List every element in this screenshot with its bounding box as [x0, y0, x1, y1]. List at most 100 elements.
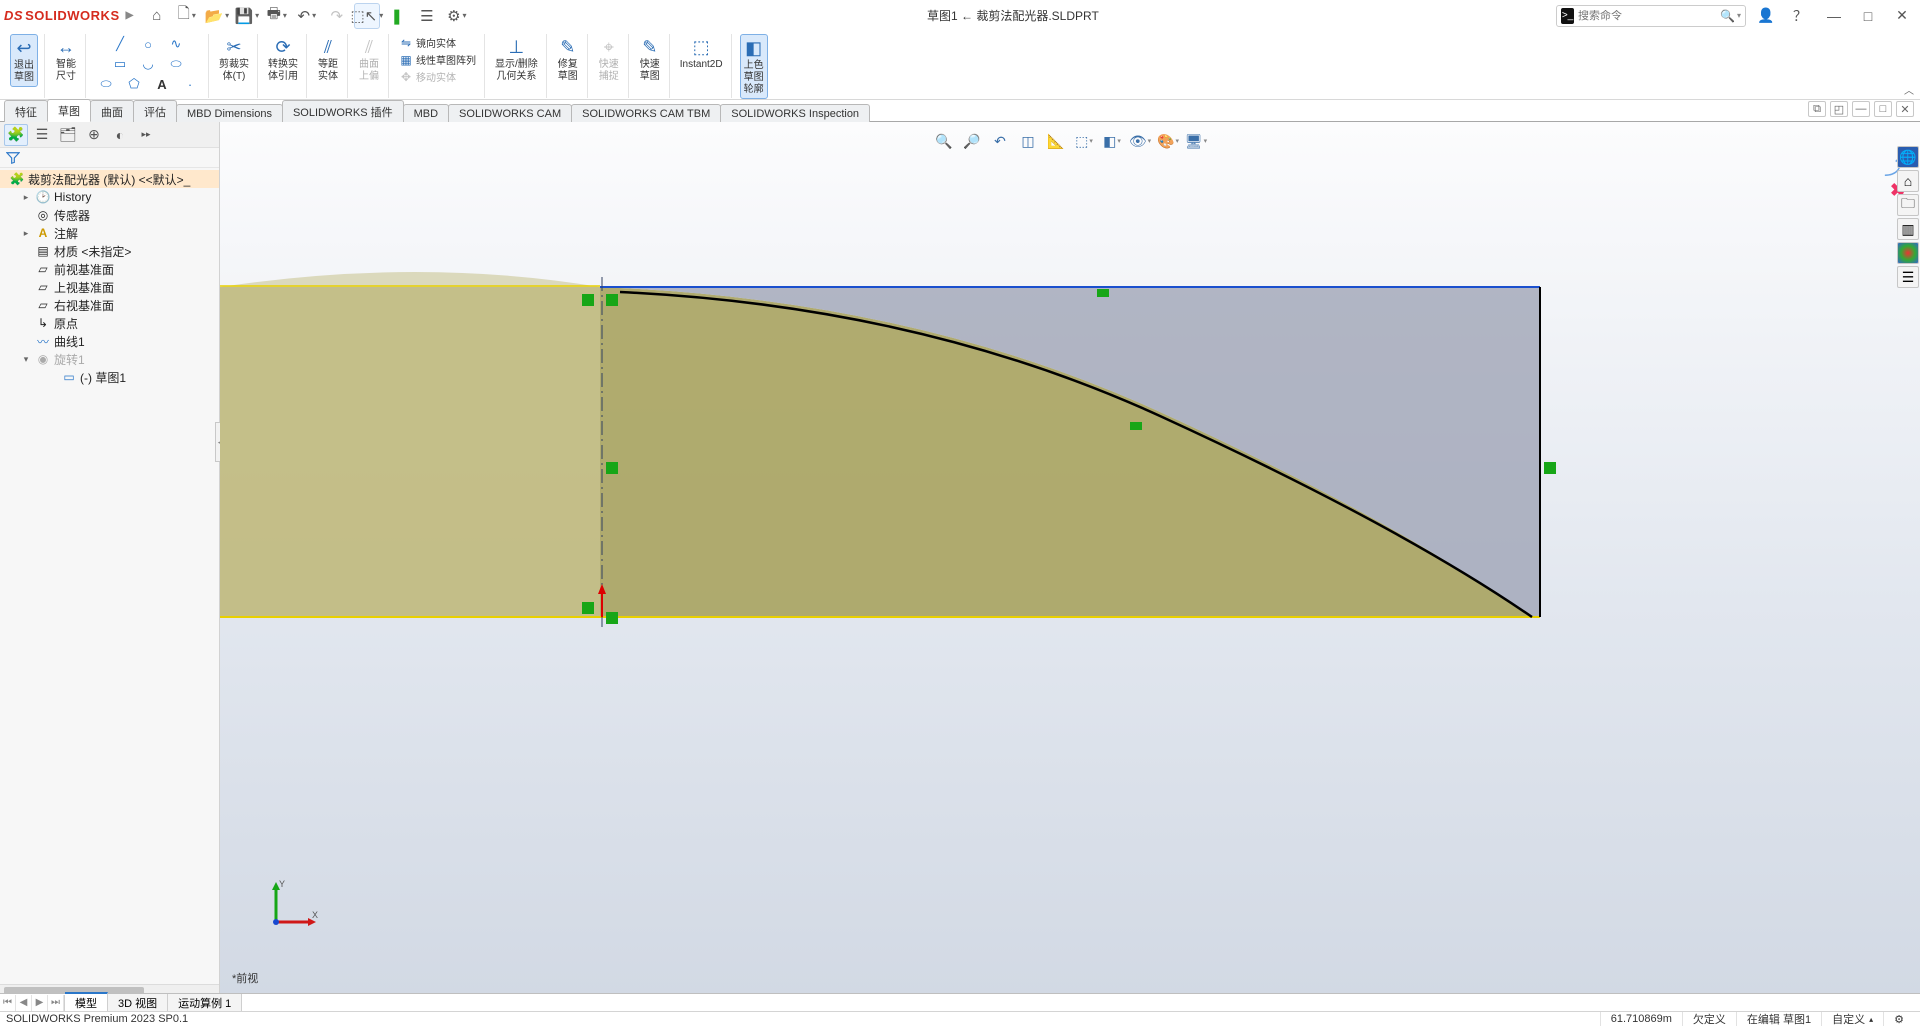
- tab-nav-prev-icon[interactable]: ◀: [16, 995, 32, 1011]
- text-icon[interactable]: A: [150, 74, 174, 94]
- doc-dock-icon[interactable]: ⧉: [1808, 101, 1826, 117]
- rapid-sketch-button[interactable]: ✎快速 草图: [637, 34, 663, 85]
- line-icon[interactable]: ╱: [108, 34, 132, 54]
- arc-icon[interactable]: ◡: [136, 54, 160, 74]
- ellipse-icon[interactable]: ⬭: [164, 54, 188, 74]
- undo-icon[interactable]: ↶: [294, 3, 320, 29]
- status-editing: 在编辑 草图1: [1736, 1012, 1821, 1026]
- tab-sw-cam-tbm[interactable]: SOLIDWORKS CAM TBM: [571, 104, 721, 122]
- mirror-icon: ⇋: [399, 36, 413, 50]
- redo-icon[interactable]: ↷: [324, 3, 350, 29]
- terminal-icon: >_: [1561, 8, 1574, 24]
- print-icon[interactable]: 🖶: [264, 3, 290, 29]
- slot-icon[interactable]: ⬭: [94, 74, 118, 94]
- tree-root[interactable]: 🧩裁剪法配光器 (默认) <<默认>_: [0, 170, 219, 188]
- tree-sketch1[interactable]: ▭(-) 草图1: [0, 368, 219, 386]
- history-icon: 🕑: [35, 189, 51, 205]
- work-area: 🧩 ☰ 🗂 ⊕ ◐ ▸▸ 🧩裁剪法配光器 (默认) <<默认>_ ▸🕑Histo…: [0, 122, 1920, 996]
- tab-nav-last-icon[interactable]: ⏭: [48, 995, 64, 1011]
- tab-nav-next-icon[interactable]: ▶: [32, 995, 48, 1011]
- polygon-icon[interactable]: ⬠: [122, 74, 146, 94]
- smart-dimension-button[interactable]: ↔ 智能 尺寸: [53, 34, 79, 85]
- dimxpert-tab-icon[interactable]: ⊕: [82, 124, 106, 146]
- save-icon[interactable]: 💾: [234, 3, 260, 29]
- feature-filter[interactable]: [0, 148, 219, 168]
- tree-sensors[interactable]: ◎传感器: [0, 206, 219, 224]
- settings-icon[interactable]: ⚙: [444, 3, 470, 29]
- tree-front-plane[interactable]: ▱前视基准面: [0, 260, 219, 278]
- minimize-button[interactable]: —: [1820, 3, 1848, 29]
- open-icon[interactable]: 📂: [204, 3, 230, 29]
- document-window-controls: ⧉ ◰ — □ ✕: [1808, 101, 1914, 117]
- home-icon[interactable]: ⌂: [144, 3, 170, 29]
- bottom-tab-3dview[interactable]: 3D 视图: [108, 994, 168, 1012]
- tab-surfaces[interactable]: 曲面: [90, 100, 134, 122]
- point-icon[interactable]: ·: [178, 74, 202, 94]
- circle-icon[interactable]: ○: [136, 34, 160, 54]
- doc-maximize-icon[interactable]: □: [1874, 101, 1892, 117]
- tab-evaluate[interactable]: 评估: [133, 100, 177, 122]
- display-delete-relations-button[interactable]: ⊥显示/删除 几何关系: [493, 34, 540, 85]
- doc-float-icon[interactable]: ◰: [1830, 101, 1848, 117]
- convert-entities-button[interactable]: ⟳转换实 体引用: [266, 34, 300, 85]
- cam-tree-tab-icon[interactable]: ▸▸: [134, 124, 158, 146]
- command-search[interactable]: >_ 🔍 ▾: [1556, 5, 1746, 27]
- ribbon-collapse-icon[interactable]: ︿: [1904, 82, 1914, 97]
- snap-icon: ⌖: [598, 36, 620, 58]
- help-icon[interactable]: ？: [1786, 3, 1814, 29]
- doc-close-icon[interactable]: ✕: [1896, 101, 1914, 117]
- exit-sketch-button[interactable]: ↩ 退出 草图: [10, 34, 38, 87]
- doc-minimize-icon[interactable]: —: [1852, 101, 1870, 117]
- tab-sketch[interactable]: 草图: [47, 99, 91, 122]
- sensor-icon: ◎: [35, 207, 51, 223]
- linear-pattern-button[interactable]: ▦线性草图阵列: [397, 51, 478, 68]
- tab-mbd[interactable]: MBD: [403, 104, 449, 122]
- repair-sketch-button[interactable]: ✎修复 草图: [555, 34, 581, 85]
- new-icon[interactable]: 🗋: [174, 3, 200, 29]
- tab-mbd-dimensions[interactable]: MBD Dimensions: [176, 104, 283, 122]
- feature-tree-tab-icon[interactable]: 🧩: [4, 124, 28, 146]
- orientation-triad[interactable]: Y X: [260, 876, 320, 936]
- display-manager-tab-icon[interactable]: ◐: [108, 124, 132, 146]
- status-settings-icon[interactable]: ⚙: [1883, 1012, 1914, 1026]
- property-manager-tab-icon[interactable]: ☰: [30, 124, 54, 146]
- tree-history[interactable]: ▸🕑History: [0, 188, 219, 206]
- tab-sw-addins[interactable]: SOLIDWORKS 插件: [282, 100, 404, 122]
- instant2d-button[interactable]: ⬚Instant2D: [678, 34, 725, 73]
- mirror-entities-button[interactable]: ⇋镜向实体: [397, 34, 458, 51]
- tree-annotations[interactable]: ▸A注解: [0, 224, 219, 242]
- curve-icon: 〰: [35, 333, 51, 349]
- sketch-icon: ▭: [61, 369, 77, 385]
- trim-entities-button[interactable]: ✂剪裁实 体(T): [217, 34, 251, 85]
- tab-sw-cam[interactable]: SOLIDWORKS CAM: [448, 104, 572, 122]
- tree-origin[interactable]: ↳原点: [0, 314, 219, 332]
- tab-features[interactable]: 特征: [4, 100, 48, 122]
- tree-curve1[interactable]: 〰曲线1: [0, 332, 219, 350]
- user-icon[interactable]: 👤: [1752, 3, 1780, 29]
- rectangle-icon[interactable]: ▭: [108, 54, 132, 74]
- close-button[interactable]: ✕: [1888, 3, 1916, 29]
- graphics-viewport[interactable]: 🔍 🔎 ↶ ◫ 📐 ⬚ ◧ 👁 🎨 🖥 ⤴ ✖ 🌐 ⌂ 🗀 ▥ ☰: [220, 122, 1920, 996]
- offset-entities-button[interactable]: ⫽等距 实体: [315, 34, 341, 85]
- options-list-icon[interactable]: ☰: [414, 3, 440, 29]
- tree-revolve1[interactable]: ▾◉旋转1: [0, 350, 219, 368]
- search-input[interactable]: [1578, 10, 1720, 22]
- maximize-button[interactable]: □: [1854, 3, 1882, 29]
- tab-nav-first-icon[interactable]: ⏮: [0, 995, 16, 1011]
- status-custom[interactable]: 自定义▴: [1821, 1012, 1883, 1026]
- feature-tree[interactable]: 🧩裁剪法配光器 (默认) <<默认>_ ▸🕑History ◎传感器 ▸A注解 …: [0, 168, 219, 984]
- tab-sw-inspection[interactable]: SOLIDWORKS Inspection: [720, 104, 870, 122]
- tree-top-plane[interactable]: ▱上视基准面: [0, 278, 219, 296]
- select-icon[interactable]: ⬚↖: [354, 3, 380, 29]
- tree-right-plane[interactable]: ▱右视基准面: [0, 296, 219, 314]
- bottom-tab-motion-study[interactable]: 运动算例 1: [168, 994, 242, 1012]
- revolve-icon: ◉: [35, 351, 51, 367]
- bottom-tab-model[interactable]: 模型: [65, 992, 108, 1012]
- convert-icon: ⟳: [272, 36, 294, 58]
- rebuild-icon[interactable]: ❚: [384, 3, 410, 29]
- search-icon[interactable]: 🔍: [1720, 9, 1735, 23]
- spline-icon[interactable]: ∿: [164, 34, 188, 54]
- configuration-tab-icon[interactable]: 🗂: [56, 124, 80, 146]
- tree-material[interactable]: ▤材质 <未指定>: [0, 242, 219, 260]
- shade-sketch-contours-button[interactable]: ◧上色 草图 轮廓: [740, 34, 768, 99]
